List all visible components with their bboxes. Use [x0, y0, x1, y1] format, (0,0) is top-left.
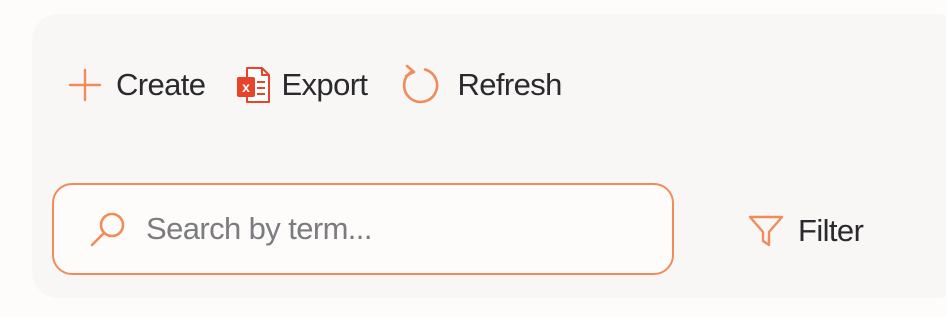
excel-badge-text: x — [243, 79, 251, 95]
refresh-label: Refresh — [457, 67, 562, 102]
filter-button[interactable]: Filter — [748, 206, 864, 256]
search-input[interactable] — [146, 204, 626, 254]
create-button[interactable]: Create — [68, 62, 206, 108]
search-icon — [86, 207, 130, 251]
action-toolbar: Create x Export Refresh — [68, 62, 562, 108]
funnel-icon — [748, 213, 784, 249]
export-button[interactable]: x Export — [235, 62, 368, 108]
create-label: Create — [116, 67, 206, 102]
refresh-icon — [397, 64, 443, 106]
search-box[interactable] — [52, 183, 674, 275]
excel-file-icon: x — [235, 64, 271, 106]
refresh-button[interactable]: Refresh — [397, 62, 562, 108]
export-label: Export — [281, 67, 368, 102]
filter-label: Filter — [798, 213, 864, 248]
plus-icon — [68, 64, 102, 106]
